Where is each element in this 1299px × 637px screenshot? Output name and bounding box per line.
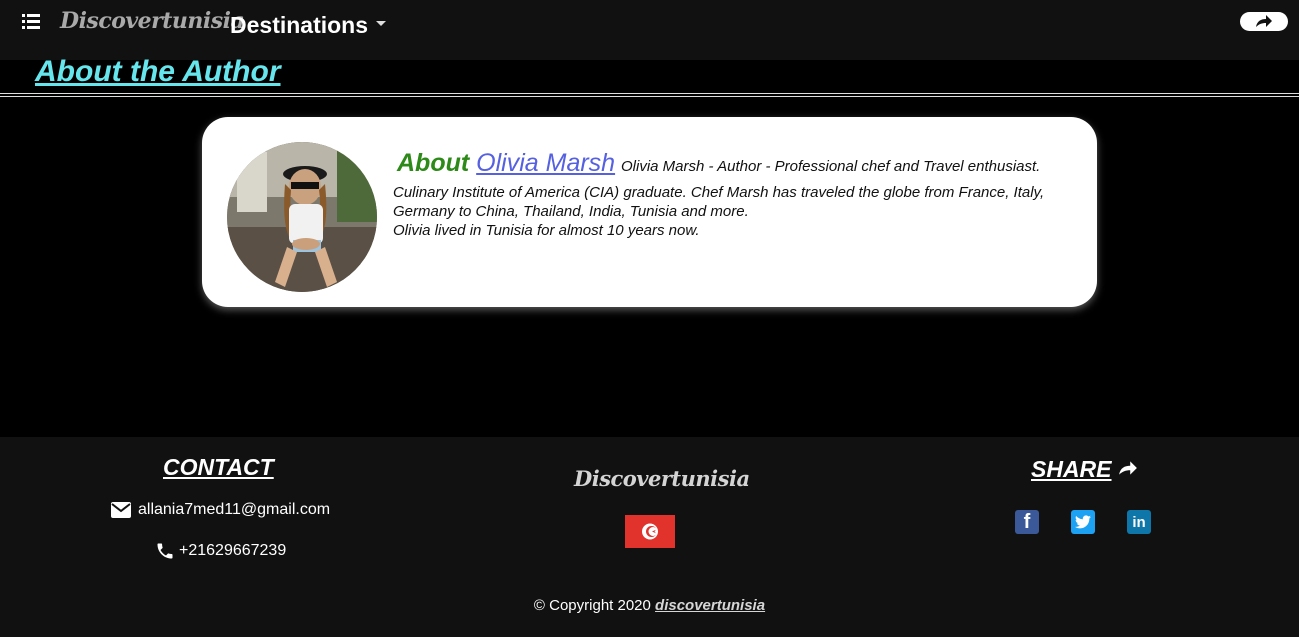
copyright-text: © Copyright 2020 (533, 597, 651, 614)
linkedin-icon[interactable]: in (1127, 510, 1151, 534)
author-bio: Culinary Institute of America (CIA) grad… (393, 183, 1093, 240)
top-navbar: Discovertunisia Destinations (0, 0, 1299, 60)
destinations-dropdown[interactable]: Destinations (230, 12, 368, 39)
contact-title: CONTACT (163, 454, 274, 480)
menu-icon[interactable] (22, 14, 40, 30)
author-name-link[interactable]: Olivia Marsh (476, 149, 615, 177)
twitter-bird-icon (1075, 515, 1091, 529)
chevron-down-icon[interactable] (376, 21, 386, 26)
divider (0, 96, 1299, 97)
twitter-icon[interactable] (1071, 510, 1095, 534)
email-icon (111, 502, 131, 518)
facebook-icon[interactable]: f (1015, 510, 1039, 534)
about-label: About (397, 149, 470, 177)
bio-line: Germany to China, Thailand, India, Tunis… (393, 203, 749, 220)
about-author-title: About Olivia Marsh (397, 149, 615, 178)
phone-text: +21629667239 (179, 542, 287, 559)
copyright: © Copyright 2020 discovertunisia (0, 597, 1299, 614)
author-card: About Olivia Marsh Olivia Marsh - Author… (202, 117, 1097, 307)
share-title: SHARE (1031, 456, 1138, 483)
share-button[interactable] (1240, 12, 1288, 31)
share-arrow-icon (1119, 461, 1137, 475)
bio-line: Culinary Institute of America (CIA) grad… (393, 184, 1045, 201)
brand-logo[interactable]: Discovertunisia (60, 8, 245, 34)
contact-email[interactable]: allania7med11@gmail.com (110, 501, 330, 519)
copyright-site-link[interactable]: discovertunisia (655, 597, 765, 614)
footer-brand-logo[interactable]: Discovertunisia (574, 466, 750, 491)
share-label: SHARE (1031, 456, 1112, 482)
tunisia-flag (625, 515, 675, 548)
phone-icon (157, 543, 173, 559)
share-arrow-icon (1256, 15, 1272, 27)
contact-phone[interactable]: +21629667239 (155, 541, 286, 561)
bio-line: Olivia lived in Tunisia for almost 10 ye… (393, 222, 700, 239)
email-text: allania7med11@gmail.com (138, 501, 331, 518)
footer: CONTACT allania7med11@gmail.com +2162966… (0, 437, 1299, 637)
author-avatar (227, 142, 377, 292)
author-tagline: Olivia Marsh - Author - Professional che… (621, 158, 1041, 175)
page-title: About the Author (35, 55, 281, 88)
divider (0, 93, 1299, 94)
